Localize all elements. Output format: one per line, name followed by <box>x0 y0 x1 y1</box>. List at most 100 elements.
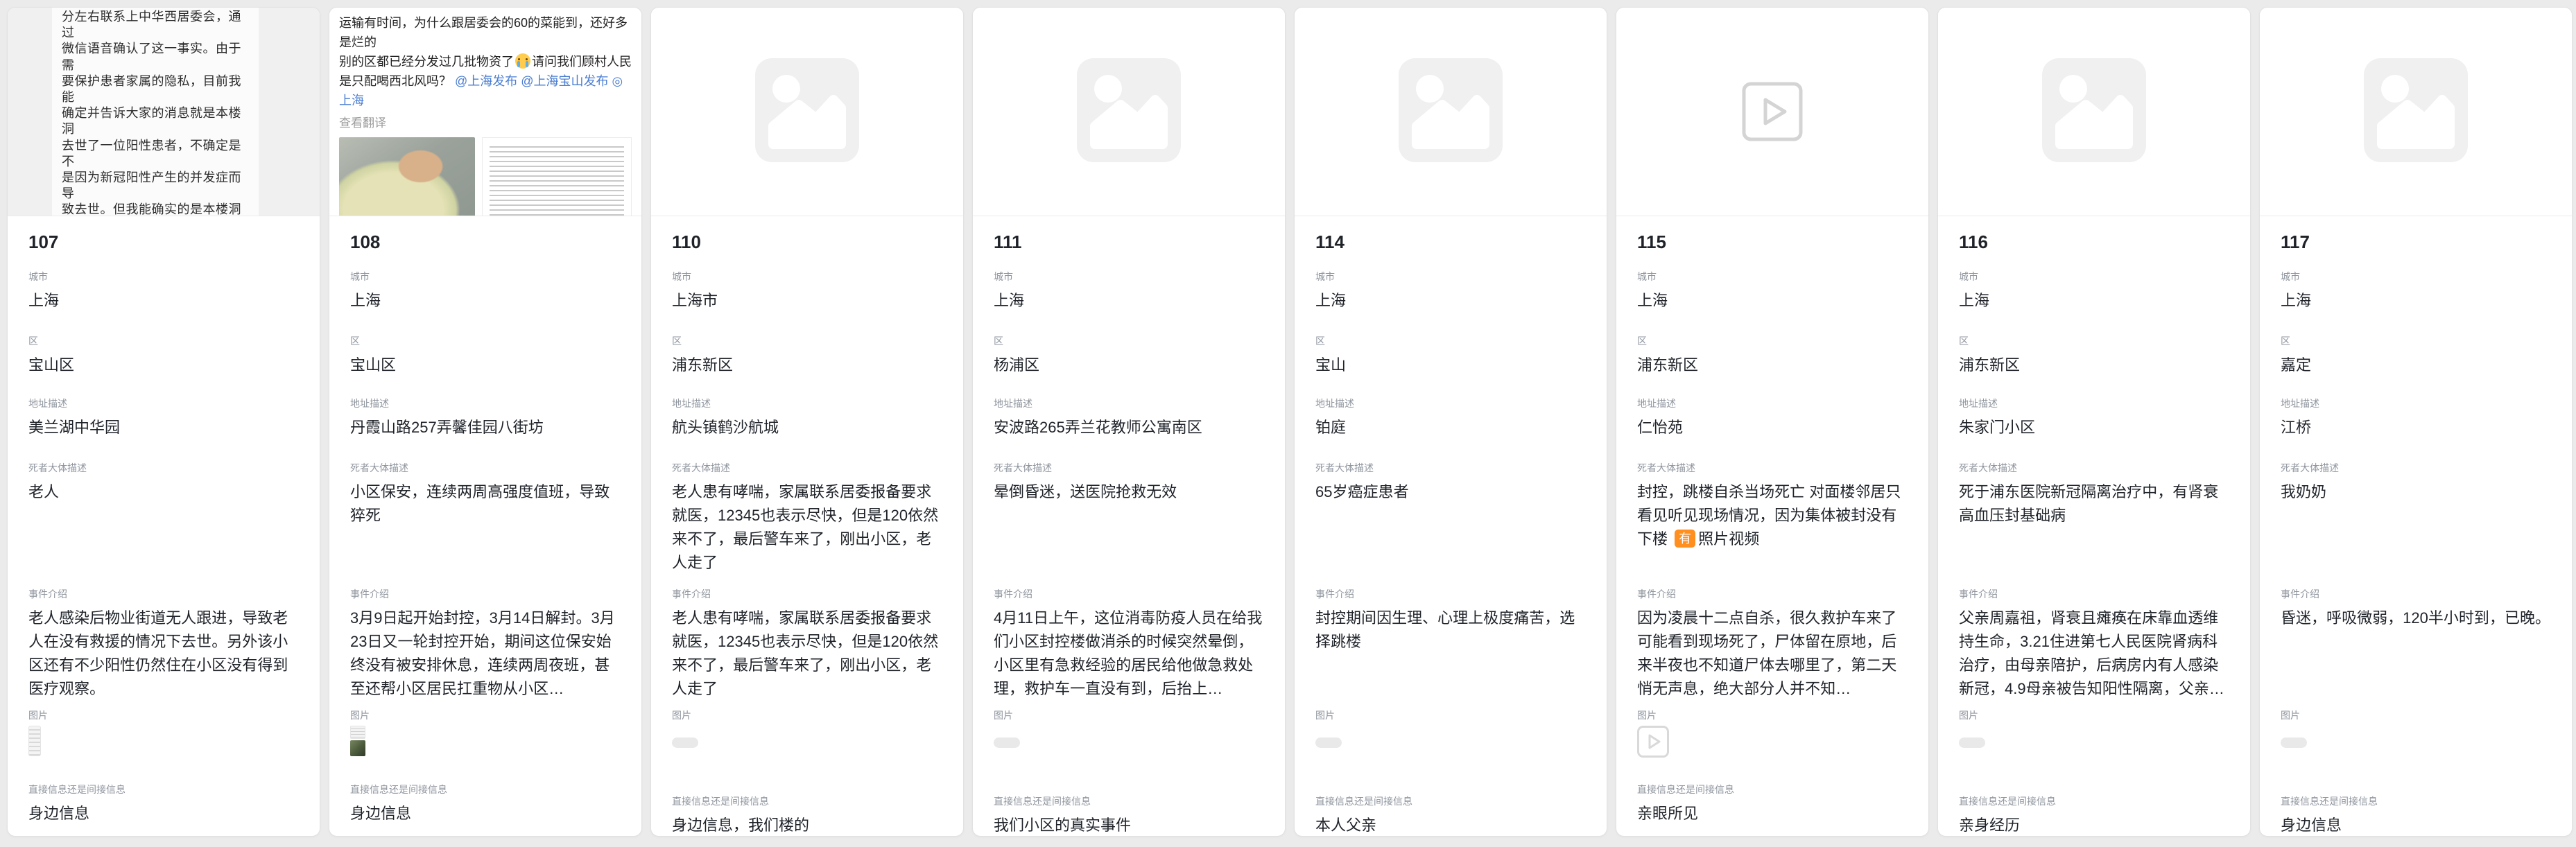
image-thumbnail[interactable] <box>672 737 698 748</box>
chat-screenshot-text: 分左右联系上中华西居委会，通过 微信语音确认了这一事实。由于需 要保护患者家属的… <box>52 8 259 216</box>
card-body: 115 城市 上海 区 浦东新区 地址描述 仁怡苑 死者大体描述 封控，跳楼自杀… <box>1616 232 1928 826</box>
field-direct: 直接信息还是间接信息 身边信息，我们楼的 <box>672 794 942 837</box>
image-thumbnail[interactable] <box>2281 737 2307 748</box>
field-city-label: 城市 <box>1637 270 1908 283</box>
record-id: 114 <box>1315 232 1586 255</box>
card-body: 111 城市 上海 区 杨浦区 地址描述 安波路265弄兰花教师公寓南区 死者大… <box>973 232 1285 837</box>
field-city-label: 城市 <box>28 270 299 283</box>
field-city-value: 上海 <box>1315 289 1586 313</box>
record-card[interactable]: 分左右联系上中华西居委会，通过 微信语音确认了这一事实。由于需 要保护患者家属的… <box>7 7 320 837</box>
image-thumbnail-area <box>994 737 1264 780</box>
view-translation-link[interactable]: 查看翻译 <box>339 113 632 130</box>
field-image: 图片 <box>350 708 621 769</box>
field-direct-label: 直接信息还是间接信息 <box>672 794 942 808</box>
record-card[interactable]: 运输有时间，为什么跟居委会的60的菜能到，还好多是烂的 别的区都已经分发过几批物… <box>329 7 642 837</box>
field-district-value: 宝山区 <box>28 353 299 377</box>
field-deceased-value: 封控，跳楼自杀当场死亡 对面楼邻居只看见听见现场情况，因为集体被封没有下楼 有照… <box>1637 480 1908 575</box>
field-direct-label: 直接信息还是间接信息 <box>2281 794 2551 808</box>
card-cover <box>1295 8 1607 216</box>
field-event-label: 事件介绍 <box>1315 587 1586 601</box>
record-card[interactable]: 114 城市 上海 区 宝山 地址描述 铂庭 死者大体描述 65岁癌症患者 事件… <box>1294 7 1607 837</box>
record-id: 111 <box>994 232 1264 255</box>
image-thumbnail[interactable] <box>28 726 41 756</box>
field-address-value: 航头镇鹤沙航城 <box>672 416 942 439</box>
field-deceased: 死者大体描述 我奶奶 <box>2281 461 2551 575</box>
card-body: 117 城市 上海 区 嘉定 地址描述 江桥 死者大体描述 我奶奶 事件介绍 昏… <box>2260 232 2572 837</box>
field-deceased: 死者大体描述 死于浦东医院新冠隔离治疗中，有肾衰高血压封基础病 <box>1959 461 2229 575</box>
weibo-post: 运输有时间，为什么跟居委会的60的菜能到，还好多是烂的 别的区都已经分发过几批物… <box>329 8 641 216</box>
field-district: 区 浦东新区 <box>672 334 942 377</box>
field-direct: 直接信息还是间接信息 亲身经历 <box>1959 794 2229 837</box>
cabbage-photo <box>339 137 475 216</box>
image-thumbnails[interactable] <box>350 726 365 756</box>
image-thumbnail[interactable] <box>1959 737 1985 748</box>
field-event-label: 事件介绍 <box>672 587 942 601</box>
record-card[interactable]: 111 城市 上海 区 杨浦区 地址描述 安波路265弄兰花教师公寓南区 死者大… <box>972 7 1286 837</box>
field-event: 事件介绍 父亲周嘉祖，肾衰且瘫痪在床靠血透维持生命，3.21住进第七人民医院肾病… <box>1959 587 2229 701</box>
field-district: 区 宝山区 <box>350 334 621 377</box>
field-deceased-value: 老人 <box>28 480 299 575</box>
card-body: 116 城市 上海 区 浦东新区 地址描述 朱家门小区 死者大体描述 死于浦东医… <box>1938 232 2250 837</box>
field-direct-value: 身边信息，我们楼的 <box>672 814 942 837</box>
field-city: 城市 上海 <box>1315 270 1586 313</box>
field-district-label: 区 <box>1637 334 1908 348</box>
field-event-label: 事件介绍 <box>994 587 1264 601</box>
card-cover <box>651 8 963 216</box>
record-id: 110 <box>672 232 942 255</box>
field-direct-value: 身边信息 <box>350 802 621 826</box>
field-event: 事件介绍 4月11日上午，这位消毒防疫人员在给我们小区封控楼做消杀的时候突然晕倒… <box>994 587 1264 701</box>
field-deceased-value: 死于浦东医院新冠隔离治疗中，有肾衰高血压封基础病 <box>1959 480 2229 575</box>
image-thumbnail[interactable] <box>994 737 1020 748</box>
field-city-label: 城市 <box>350 270 621 283</box>
field-event: 事件介绍 老人患有哮喘，家属联系居委报备要求就医，12345也表示尽快，但是12… <box>672 587 942 701</box>
image-placeholder-icon <box>755 58 859 162</box>
field-direct-label: 直接信息还是间接信息 <box>28 783 299 796</box>
record-card[interactable]: 117 城市 上海 区 嘉定 地址描述 江桥 死者大体描述 我奶奶 事件介绍 昏… <box>2259 7 2573 837</box>
field-address: 地址描述 美兰湖中华园 <box>28 396 299 439</box>
image-thumbnail[interactable] <box>1315 737 1342 748</box>
field-direct-label: 直接信息还是间接信息 <box>350 783 621 796</box>
field-direct-value: 本人父亲 <box>1315 814 1586 837</box>
field-district-label: 区 <box>28 334 299 348</box>
field-address: 地址描述 江桥 <box>2281 396 2551 439</box>
field-address-label: 地址描述 <box>2281 396 2551 410</box>
field-deceased-label: 死者大体描述 <box>1637 461 1908 475</box>
field-address: 地址描述 丹霞山路257弄馨佳园八街坊 <box>350 396 621 439</box>
record-card[interactable]: 115 城市 上海 区 浦东新区 地址描述 仁怡苑 死者大体描述 封控，跳楼自杀… <box>1616 7 1929 837</box>
field-city: 城市 上海 <box>28 270 299 313</box>
video-thumbnail[interactable] <box>1637 726 1669 758</box>
field-district: 区 宝山 <box>1315 334 1586 377</box>
field-direct-value: 亲身经历 <box>1959 814 2229 837</box>
card-body: 114 城市 上海 区 宝山 地址描述 铂庭 死者大体描述 65岁癌症患者 事件… <box>1295 232 1607 837</box>
field-image: 图片 <box>1959 708 2229 780</box>
field-address-label: 地址描述 <box>994 396 1264 410</box>
field-image: 图片 <box>994 708 1264 780</box>
field-address-label: 地址描述 <box>1959 396 2229 410</box>
field-city-value: 上海市 <box>672 289 942 313</box>
field-deceased: 死者大体描述 老人患有哮喘，家属联系居委报备要求就医，12345也表示尽快，但是… <box>672 461 942 575</box>
field-address: 地址描述 仁怡苑 <box>1637 396 1908 439</box>
card-body: 108 城市 上海 区 宝山区 地址描述 丹霞山路257弄馨佳园八街坊 死者大体… <box>329 232 641 826</box>
field-event: 事件介绍 3月9日起开始封控，3月14日解封。3月23日又一轮封控开始，期间这位… <box>350 587 621 701</box>
record-card[interactable]: 110 城市 上海市 区 浦东新区 地址描述 航头镇鹤沙航城 死者大体描述 老人… <box>650 7 964 837</box>
record-card[interactable]: 116 城市 上海 区 浦东新区 地址描述 朱家门小区 死者大体描述 死于浦东医… <box>1937 7 2251 837</box>
field-direct-value: 身边信息 <box>2281 814 2551 837</box>
field-district-value: 浦东新区 <box>672 353 942 377</box>
field-event-label: 事件介绍 <box>2281 587 2551 601</box>
field-district-label: 区 <box>672 334 942 348</box>
field-city-value: 上海 <box>1637 289 1908 313</box>
field-image-label: 图片 <box>994 708 1264 722</box>
field-address-label: 地址描述 <box>1637 396 1908 410</box>
field-direct-label: 直接信息还是间接信息 <box>1959 794 2229 808</box>
field-city-value: 上海 <box>2281 289 2551 313</box>
field-address-value: 朱家门小区 <box>1959 416 2229 439</box>
record-id: 117 <box>2281 232 2551 255</box>
video-play-icon <box>1742 82 1803 141</box>
field-direct: 直接信息还是间接信息 我们小区的真实事件 <box>994 794 1264 837</box>
field-image-label: 图片 <box>1637 708 1908 722</box>
weibo-post-images <box>339 137 632 216</box>
field-image-label: 图片 <box>2281 708 2551 722</box>
field-district-value: 宝山区 <box>350 353 621 377</box>
field-address-label: 地址描述 <box>28 396 299 410</box>
field-event-value: 4月11日上午，这位消毒防疫人员在给我们小区封控楼做消杀的时候突然晕倒，小区里有… <box>994 606 1264 701</box>
